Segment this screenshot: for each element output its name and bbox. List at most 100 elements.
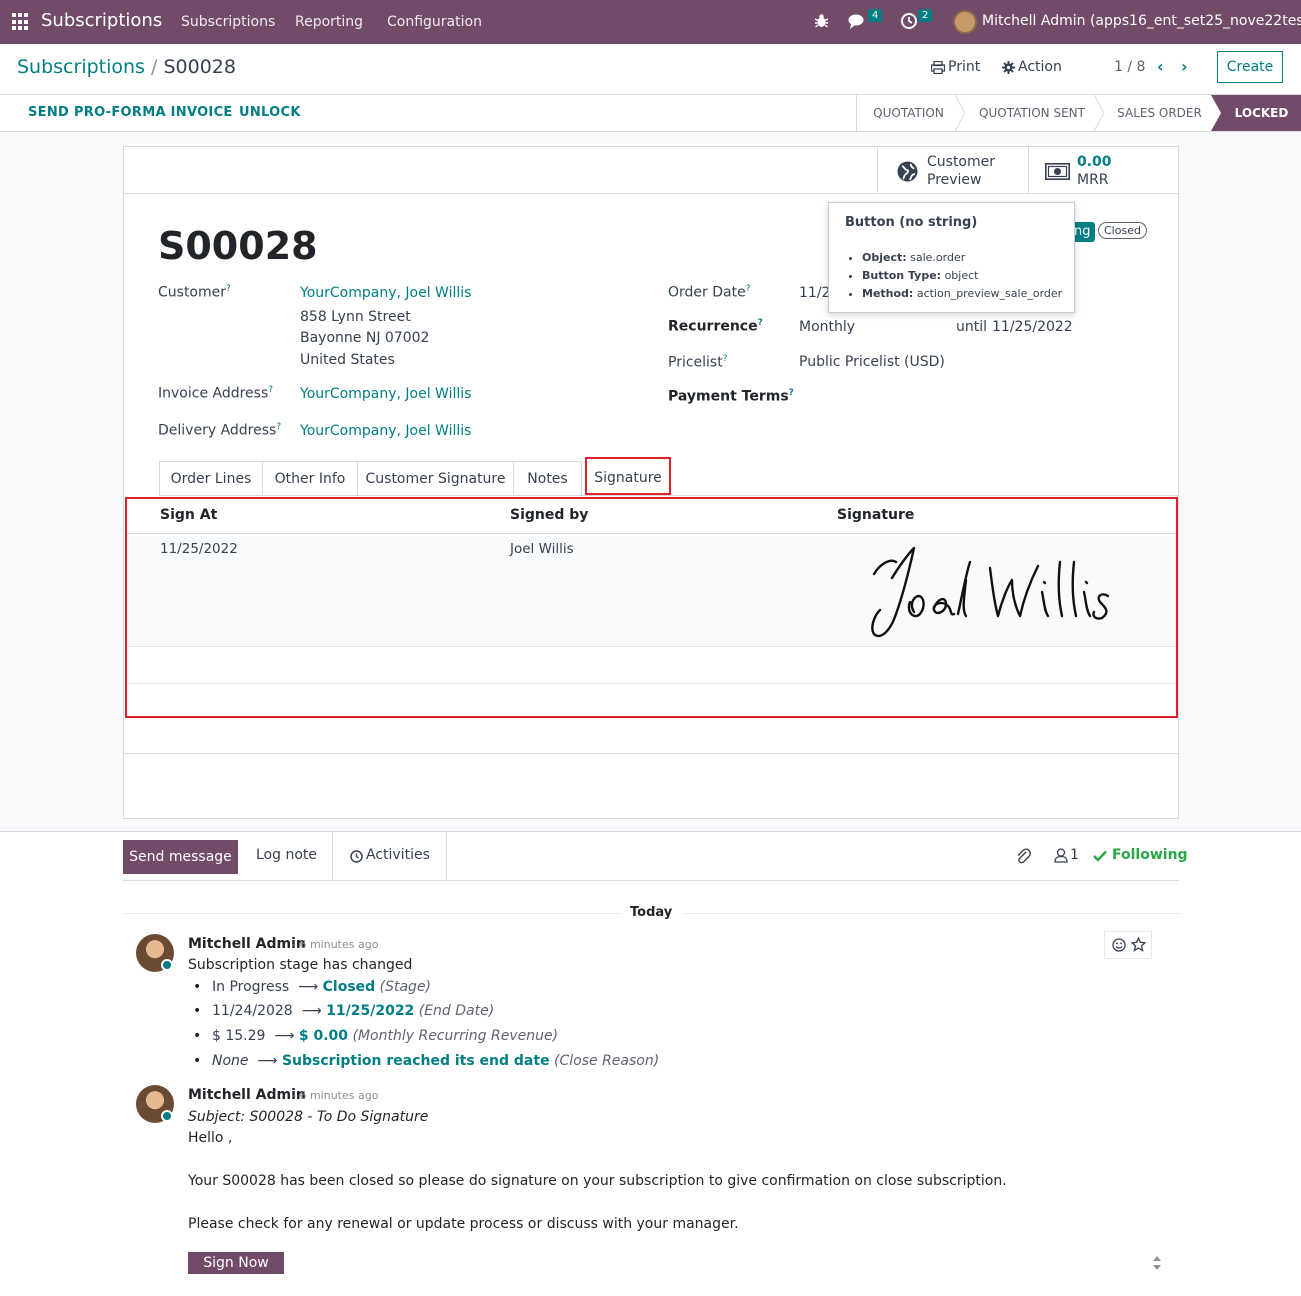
activities-button[interactable]: Activities	[366, 847, 430, 863]
user-menu[interactable]: Mitchell Admin (apps16_ent_set25_nove22t…	[982, 13, 1301, 29]
create-button[interactable]: Create	[1217, 51, 1283, 83]
help-mark: ?	[276, 422, 282, 432]
followers-count[interactable]: 1	[1070, 847, 1079, 863]
message-author[interactable]: Mitchell Admin	[188, 1087, 306, 1103]
stage-sales-order[interactable]: SALES ORDER	[1106, 95, 1213, 131]
app-title[interactable]: Subscriptions	[41, 10, 162, 31]
address-line-2: Bayonne NJ 07002	[300, 330, 430, 346]
user-avatar[interactable]	[953, 10, 977, 34]
tab-order-lines[interactable]: Order Lines	[159, 461, 263, 495]
paperclip-icon[interactable]	[1015, 847, 1031, 864]
activities-clock-icon	[350, 850, 363, 863]
help-mark: ?	[757, 318, 763, 328]
payment-terms-label: Payment Terms?	[668, 388, 794, 405]
message-date: - 6 minutes ago	[292, 1089, 379, 1102]
date-divider-line	[123, 913, 619, 914]
debug-bug-icon[interactable]	[814, 13, 829, 29]
recurrence-field[interactable]: Monthly	[799, 319, 855, 335]
apps-menu-icon[interactable]	[12, 13, 30, 31]
invoice-address-label: Invoice Address?	[158, 385, 274, 402]
send-proforma-invoice-button[interactable]: SEND PRO-FORMA INVOICE	[28, 105, 233, 120]
followers-user-icon[interactable]	[1054, 848, 1068, 863]
record-title: S00028	[158, 224, 318, 268]
customer-preview-button[interactable]: Customer Preview	[877, 147, 1028, 194]
tracking-value: $ 15.29 ⟶ $ 0.00 (Monthly Recurring Reve…	[212, 1028, 559, 1044]
arrow-right-icon: ⟶	[297, 1003, 322, 1019]
tracking-value: In Progress ⟶ Closed (Stage)	[212, 979, 432, 995]
stage-quotation[interactable]: QUOTATION	[857, 95, 960, 131]
delivery-address-field[interactable]: YourCompany, Joel Willis	[300, 423, 471, 439]
log-note-button[interactable]: Log note	[256, 847, 317, 863]
sign-now-button[interactable]: Sign Now	[188, 1252, 284, 1274]
stage-badge: Closed	[1098, 222, 1147, 239]
activities-count-badge: 2	[918, 9, 933, 22]
gear-icon[interactable]	[1002, 61, 1015, 74]
until-label: until	[956, 319, 988, 335]
breadcrumb-separator: /	[151, 56, 158, 78]
status-bar: SEND PRO-FORMA INVOICE UNLOCK QUOTATION …	[0, 94, 1301, 132]
breadcrumb-parent-link[interactable]: Subscriptions	[17, 56, 145, 78]
tab-customer-signature[interactable]: Customer Signature	[357, 461, 514, 495]
scroll-arrows-icon[interactable]	[1151, 1253, 1163, 1273]
button-tooltip: Button (no string) Object: sale.order Bu…	[828, 202, 1075, 313]
pager-previous-icon[interactable]: ‹	[1157, 57, 1164, 76]
invoice-address-field[interactable]: YourCompany, Joel Willis	[300, 386, 471, 402]
help-mark: ?	[722, 354, 728, 364]
help-mark: ?	[745, 284, 751, 294]
order-date-field[interactable]: 11/2	[799, 285, 830, 301]
money-icon	[1045, 163, 1070, 180]
address-line-3: United States	[300, 352, 395, 368]
chatter-tab-divider	[446, 832, 447, 881]
pager-value[interactable]: 1 / 8	[1114, 59, 1145, 75]
until-date-field[interactable]: 11/25/2022	[992, 319, 1073, 335]
customer-preview-label-2: Preview	[927, 172, 982, 188]
pager-next-icon[interactable]: ›	[1181, 57, 1188, 76]
arrow-right-icon: ⟶	[293, 979, 319, 995]
print-icon[interactable]	[931, 61, 945, 74]
top-navbar: Subscriptions Subscriptions Reporting Co…	[0, 0, 1301, 44]
action-button[interactable]: Action	[1018, 59, 1062, 75]
menu-subscriptions[interactable]: Subscriptions	[181, 14, 275, 30]
stage-chevron	[1094, 95, 1105, 131]
help-mark: ?	[268, 385, 274, 395]
pricelist-field[interactable]: Public Pricelist (USD)	[799, 354, 945, 370]
signature-table-highlight	[125, 497, 1178, 718]
print-button[interactable]: Print	[948, 59, 980, 75]
star-icon[interactable]	[1131, 937, 1146, 952]
customer-field[interactable]: YourCompany, Joel Willis	[300, 285, 471, 301]
list-bullet: •	[193, 1028, 202, 1044]
arrow-right-icon: ⟶	[252, 1053, 278, 1069]
breadcrumb-current: S00028	[163, 56, 236, 78]
menu-reporting[interactable]: Reporting	[295, 14, 363, 30]
send-message-button[interactable]: Send message	[123, 840, 238, 874]
help-mark: ?	[788, 388, 794, 398]
list-bullet: •	[193, 1003, 202, 1019]
message-greeting: Hello ,	[188, 1130, 233, 1146]
menu-configuration[interactable]: Configuration	[387, 14, 482, 30]
messages-icon[interactable]	[848, 13, 868, 31]
mrr-value: 0.00	[1077, 154, 1112, 170]
pricelist-label: Pricelist?	[668, 354, 728, 371]
delivery-address-label: Delivery Address?	[158, 422, 282, 439]
message-author[interactable]: Mitchell Admin	[188, 936, 306, 952]
tab-other-info[interactable]: Other Info	[262, 461, 358, 495]
messages-count-badge: 4	[868, 9, 883, 22]
stage-quotation-sent[interactable]: QUOTATION SENT	[966, 95, 1098, 131]
following-button[interactable]: Following	[1112, 847, 1188, 863]
chatter-tab-divider	[332, 832, 333, 881]
online-status-icon	[161, 959, 173, 971]
tooltip-title: Button (no string)	[845, 215, 978, 230]
activities-clock-icon[interactable]	[900, 12, 918, 30]
order-date-label: Order Date?	[668, 284, 751, 301]
arrow-right-icon: ⟶	[269, 1028, 295, 1044]
unlock-button[interactable]: UNLOCK	[239, 105, 301, 120]
mrr-button[interactable]: 0.00 MRR	[1028, 147, 1178, 194]
online-status-icon	[161, 1110, 173, 1122]
message-body: Subscription stage has changed	[188, 957, 413, 973]
list-bullet: •	[193, 1053, 202, 1069]
stage-locked[interactable]: LOCKED	[1222, 95, 1301, 131]
add-reaction-icon[interactable]	[1112, 938, 1126, 952]
tab-notes[interactable]: Notes	[513, 461, 582, 495]
date-divider: Today	[630, 905, 673, 920]
tooltip-item: Method: action_preview_sale_order	[862, 285, 1062, 303]
